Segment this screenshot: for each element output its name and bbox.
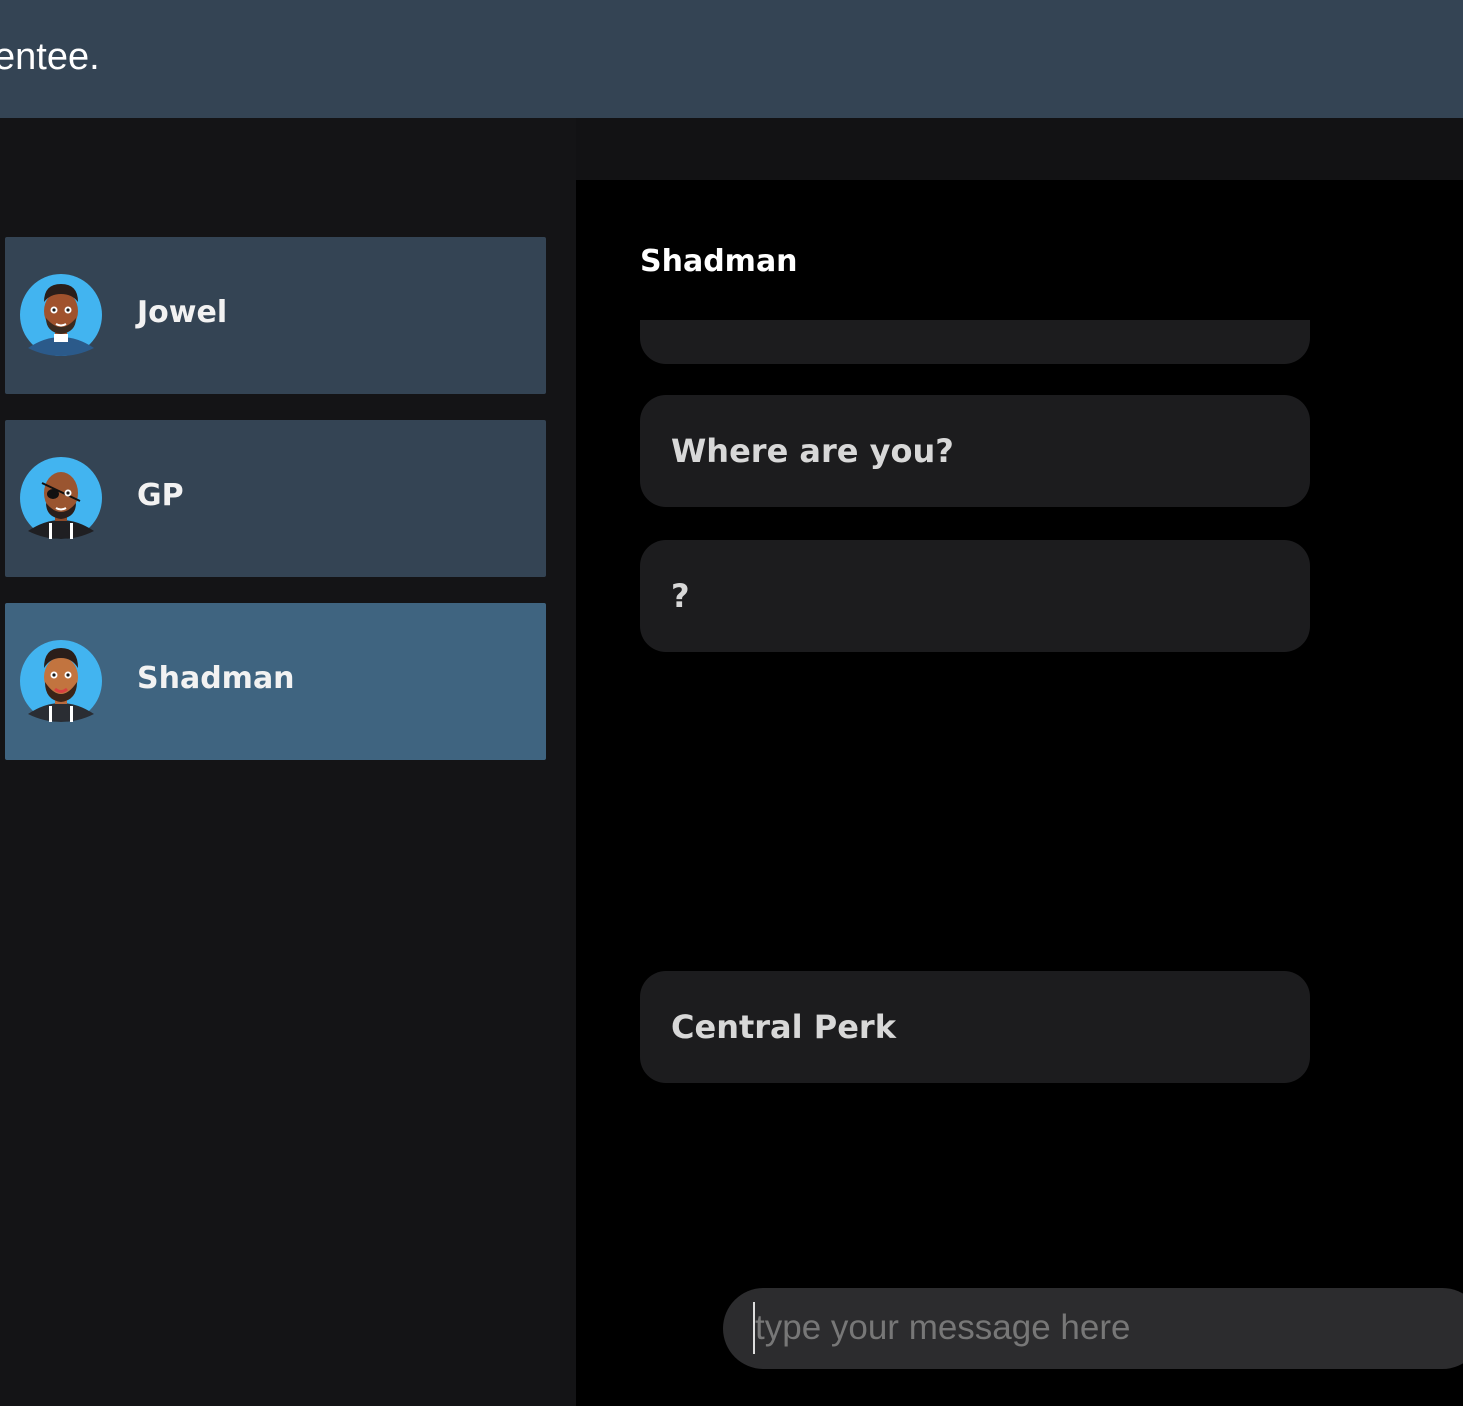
message-text: Central Perk — [671, 1008, 896, 1046]
message-bubble: ? — [640, 540, 1310, 652]
chat-title: Shadman — [640, 244, 798, 279]
message-text: Where are you? — [671, 432, 954, 470]
message-text: ? — [671, 577, 690, 615]
contact-item-shadman[interactable]: Shadman — [5, 603, 546, 760]
message-bubble — [640, 320, 1310, 364]
contact-item-gp[interactable]: GP — [5, 420, 546, 577]
contact-item-jowel[interactable]: Jowel — [5, 237, 546, 394]
app-header: entee. — [0, 0, 1463, 118]
message-composer — [723, 1288, 1463, 1369]
bearded-man-avatar-icon — [20, 640, 102, 722]
chat-panel: Shadman Where are you? ? Central Perk — [576, 180, 1463, 1406]
contact-name: GP — [137, 478, 184, 513]
contact-name: Shadman — [137, 661, 295, 696]
man-avatar-icon — [20, 274, 102, 356]
chat-top-strip — [576, 118, 1463, 180]
message-bubble: Central Perk — [640, 971, 1310, 1083]
eyepatch-man-avatar-icon — [20, 457, 102, 539]
header-title: entee. — [0, 36, 100, 78]
contacts-sidebar: Jowel GP Shadman — [0, 118, 576, 1406]
message-bubble: Where are you? — [640, 395, 1310, 507]
message-input[interactable] — [753, 1302, 1455, 1354]
contact-name: Jowel — [137, 295, 228, 330]
